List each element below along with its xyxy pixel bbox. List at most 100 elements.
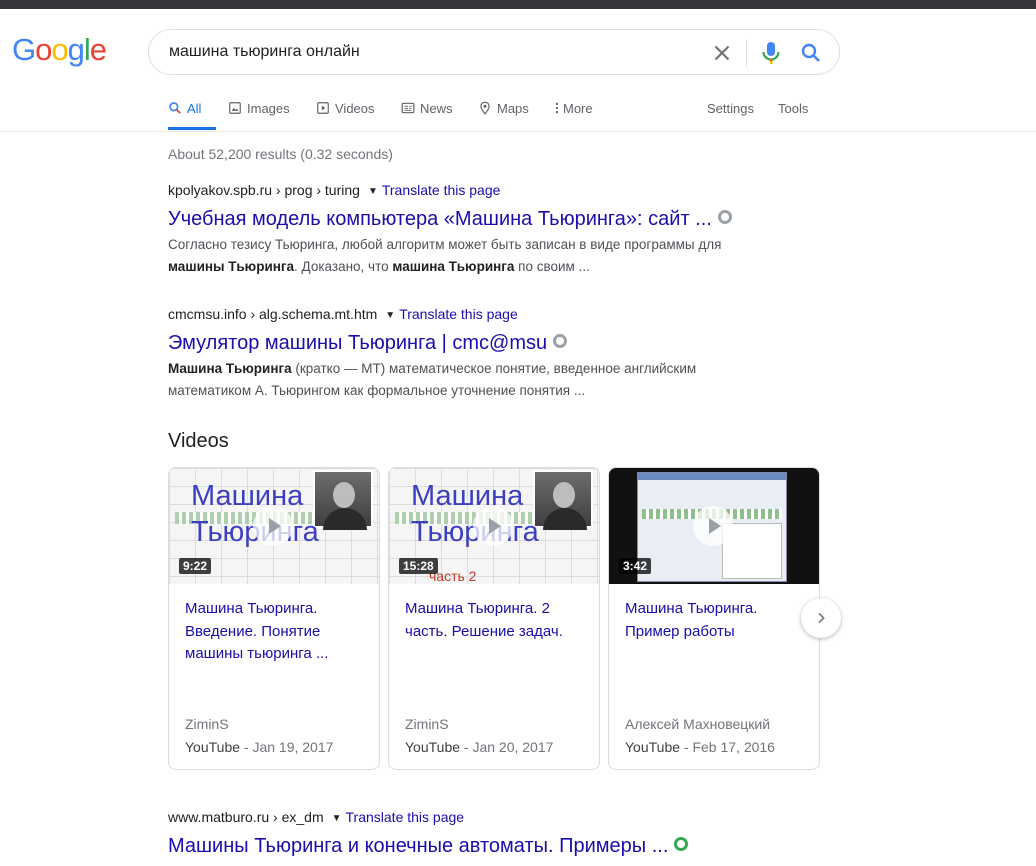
result-breadcrumb[interactable]: cmcmsu.info › alg.schema.mt.htm (168, 306, 377, 322)
video-duration: 15:28 (399, 558, 438, 574)
tab-label: Maps (497, 101, 529, 116)
video-card[interactable]: МашинаТьюринга часть 2 15:28 Машина Тьюр… (388, 467, 600, 770)
search-box[interactable]: машина тьюринга онлайн (148, 29, 840, 75)
snippet-bold: Машина Тьюринга (168, 361, 292, 376)
translate-link[interactable]: Translate this page (346, 809, 465, 825)
google-logo[interactable]: Google (12, 32, 107, 68)
search-result: kpolyakov.spb.ru › prog › turing ▼ Transla… (168, 182, 788, 278)
result-snippet: Согласно тезису Тьюринга, любой алгоритм… (168, 234, 788, 278)
snippet-bold: машины Тьюринга (168, 259, 295, 274)
snippet-line: Машина Тьюринга (кратко — МТ) математиче… (168, 358, 788, 380)
video-channel: Алексей Махновецкий (625, 716, 771, 732)
video-duration: 3:42 (619, 558, 652, 574)
video-channel: ZiminS (405, 716, 449, 732)
more-dots-icon (555, 102, 559, 114)
video-channel: ZiminS (185, 716, 229, 732)
translate-link[interactable]: Translate this page (382, 182, 501, 198)
translate-link[interactable]: Translate this page (399, 306, 518, 322)
tab-label: Images (247, 101, 290, 116)
play-icon[interactable] (473, 506, 513, 546)
video-duration: 9:22 (179, 558, 212, 574)
chevron-right-icon (818, 612, 825, 624)
logo-letter: g (67, 32, 85, 67)
tab-images[interactable]: Images (228, 96, 290, 130)
map-pin-icon (480, 101, 490, 115)
video-date: - Jan 20, 2017 (460, 739, 554, 755)
tab-label: News (420, 101, 453, 116)
logo-letter: o (35, 32, 52, 67)
video-source: YouTube - Feb 17, 2016 (625, 739, 775, 755)
snippet-text: (кратко — МТ) математическое понятие, вв… (291, 361, 697, 376)
tab-label: All (187, 101, 202, 116)
snippet-line: машины Тьюринга. Доказано, что машина Ть… (168, 256, 788, 278)
portrait-image (313, 470, 373, 530)
video-thumbnail[interactable]: 3:42 (609, 468, 819, 584)
tools-link[interactable]: Tools (778, 96, 808, 130)
tab-videos[interactable]: Videos (316, 96, 375, 130)
play-icon[interactable] (253, 506, 293, 546)
result-title-link[interactable]: Машины Тьюринга и конечные автоматы. При… (168, 835, 668, 857)
logo-letter: e (89, 32, 107, 67)
video-thumbnail[interactable]: МашинаТьюринга 9:22 (169, 468, 379, 584)
carousel-next-button[interactable] (801, 598, 841, 638)
video-source: YouTube - Jan 20, 2017 (405, 739, 553, 755)
snippet-text: по своим ... (514, 259, 590, 274)
video-card[interactable]: 3:42 Машина Тьюринга. Пример работы Алек… (608, 467, 820, 770)
result-stats: About 52,200 results (0.32 seconds) (168, 146, 393, 162)
status-dot-icon (674, 837, 689, 851)
video-card[interactable]: МашинаТьюринга 9:22 Машина Тьюринга. Вве… (168, 467, 380, 770)
tab-all[interactable]: All (168, 96, 216, 130)
play-icon[interactable] (693, 506, 733, 546)
status-dot-icon (553, 334, 568, 348)
settings-label: Settings (707, 101, 754, 116)
result-title-link[interactable]: Эмулятор машины Тьюринга | cmc@msu (168, 332, 547, 354)
video-source-name: YouTube (185, 739, 241, 755)
clear-icon[interactable] (709, 40, 735, 66)
snippet-text: . Доказано, что (294, 259, 393, 274)
tab-maps[interactable]: Maps (478, 96, 529, 130)
video-source: YouTube - Jan 19, 2017 (185, 739, 333, 755)
settings-link[interactable]: Settings (707, 96, 754, 130)
face (553, 482, 575, 508)
result-snippet: Машина Тьюринга (кратко — МТ) математиче… (168, 358, 788, 402)
tab-news[interactable]: News (401, 96, 453, 130)
snippet-line: Согласно тезису Тьюринга, любой алгоритм… (168, 237, 722, 252)
video-title[interactable]: Машина Тьюринга. Введение. Понятие машин… (185, 598, 365, 666)
body (543, 508, 587, 530)
browser-top-bar (0, 0, 1036, 9)
search-icon[interactable] (799, 41, 823, 65)
dropdown-arrow-icon[interactable]: ▼ (385, 310, 395, 321)
face (333, 482, 355, 508)
result-title: Учебная модель компьютера «Машина Тьюрин… (168, 206, 788, 232)
result-breadcrumb[interactable]: kpolyakov.spb.ru › prog › turing (168, 182, 360, 198)
search-divider (746, 39, 747, 67)
video-date: - Jan 19, 2017 (240, 739, 334, 755)
portrait-image (533, 470, 593, 530)
video-source-name: YouTube (405, 739, 461, 755)
logo-letter: G (12, 32, 36, 67)
result-breadcrumb[interactable]: www.matburo.ru › ex_dm (168, 809, 324, 825)
microphone-icon[interactable] (760, 40, 782, 66)
video-title[interactable]: Машина Тьюринга. Пример работы (625, 598, 805, 643)
tab-more[interactable]: More (554, 96, 593, 130)
result-url: cmcmsu.info › alg.schema.mt.htm ▼ Translat… (168, 306, 788, 326)
body (323, 508, 367, 530)
video-title[interactable]: Машина Тьюринга. 2 часть. Решение задач. (405, 598, 585, 643)
search-result: cmcmsu.info › alg.schema.mt.htm ▼ Translat… (168, 306, 788, 402)
tools-label: Tools (778, 101, 809, 116)
video-date: - Feb 17, 2016 (680, 739, 775, 755)
thumbnail-title-line: Машина (411, 480, 524, 512)
search-result: www.matburo.ru › ex_dm ▼ Translate this pa… (168, 809, 788, 859)
dropdown-arrow-icon[interactable]: ▼ (368, 186, 378, 197)
tab-label: More (563, 101, 593, 116)
result-title: Машины Тьюринга и конечные автоматы. При… (168, 833, 788, 859)
news-icon (401, 102, 415, 114)
snippet-bold: машина Тьюринга (392, 259, 515, 274)
result-title-link[interactable]: Учебная модель компьютера «Машина Тьюрин… (168, 208, 712, 230)
dropdown-arrow-icon[interactable]: ▼ (332, 813, 342, 824)
image-icon (229, 102, 241, 114)
search-input[interactable]: машина тьюринга онлайн (169, 43, 360, 61)
video-thumbnail[interactable]: МашинаТьюринга часть 2 15:28 (389, 468, 599, 584)
tab-label: Videos (335, 101, 375, 116)
videos-heading: Videos (168, 430, 229, 452)
